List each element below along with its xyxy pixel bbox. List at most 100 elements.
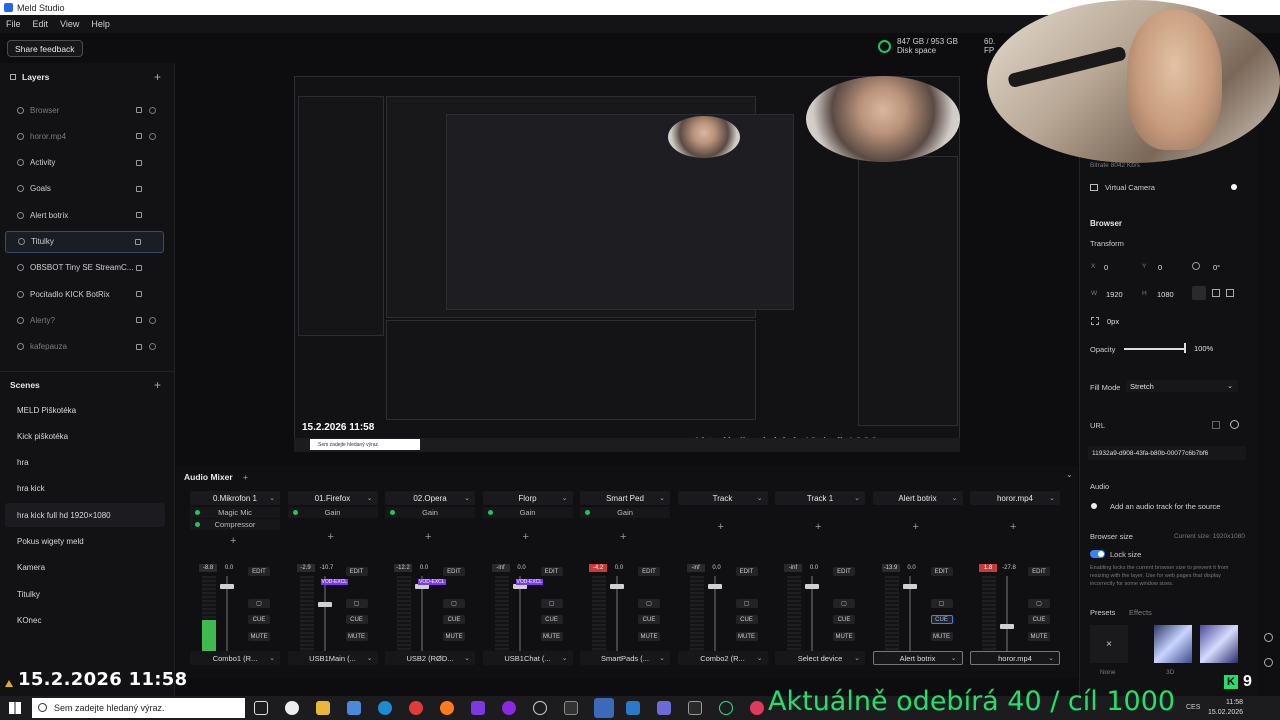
volume-fader[interactable] bbox=[323, 576, 326, 656]
scene-item[interactable]: KOnec bbox=[5, 608, 165, 632]
presets-tab[interactable]: Presets bbox=[1090, 608, 1115, 617]
add-effect-button[interactable]: + bbox=[328, 531, 334, 543]
cue-button[interactable]: CUE bbox=[248, 615, 270, 624]
monitor-icon[interactable]: ▢ bbox=[443, 599, 465, 608]
device-select[interactable]: Combo1 (R... ⌄ bbox=[190, 651, 280, 665]
strip-effect[interactable]: Compressor bbox=[190, 519, 280, 530]
device-select[interactable]: SmartPads (... ⌄ bbox=[580, 651, 670, 665]
obs-icon[interactable] bbox=[285, 701, 299, 715]
monitor-icon[interactable]: ▢ bbox=[540, 599, 563, 608]
preset-thumbnail-1[interactable] bbox=[1154, 625, 1192, 663]
app-icon-3[interactable] bbox=[533, 701, 547, 715]
lock-icon[interactable] bbox=[135, 238, 141, 245]
file-explorer-icon[interactable] bbox=[316, 701, 330, 715]
hidden-eye-icon[interactable] bbox=[149, 132, 156, 140]
taskbar-search-input[interactable]: Sem zadejte hledaný výraz. bbox=[32, 698, 245, 718]
monitor-icon[interactable]: ▢ bbox=[638, 599, 660, 608]
device-select[interactable]: Alert botrix ⌄ bbox=[872, 651, 963, 665]
layer-item[interactable]: Browser bbox=[5, 99, 164, 121]
y-field[interactable]: 0 bbox=[1158, 261, 1194, 273]
edit-button[interactable]: EDIT bbox=[540, 567, 563, 576]
add-scene-button[interactable]: + bbox=[154, 378, 161, 392]
scene-item[interactable]: hra bbox=[5, 451, 165, 475]
cue-button[interactable]: CUE bbox=[930, 615, 953, 624]
preset-none[interactable]: × bbox=[1090, 625, 1128, 663]
meld-studio-icon[interactable] bbox=[594, 698, 614, 718]
strip-header[interactable]: Alert botrix ⌄ bbox=[872, 491, 963, 505]
mute-button[interactable]: MUTE bbox=[248, 632, 270, 641]
taskbar-clock[interactable]: 11:58 15.02.2026 bbox=[1208, 698, 1243, 718]
app-icon-9[interactable] bbox=[750, 701, 764, 715]
preset-thumbnail-2[interactable] bbox=[1200, 625, 1238, 663]
device-select[interactable]: horor.mp4 ⌄ bbox=[970, 651, 1060, 665]
fader-knob[interactable] bbox=[317, 601, 332, 607]
lock-icon[interactable] bbox=[136, 291, 142, 298]
cue-button[interactable]: CUE bbox=[1028, 615, 1050, 624]
edit-button[interactable]: EDIT bbox=[345, 567, 368, 576]
strip-effect[interactable]: Gain bbox=[385, 507, 475, 518]
strip-header[interactable]: 02.Opera ⌄ bbox=[385, 491, 475, 505]
url-edit-icon[interactable] bbox=[1212, 421, 1220, 429]
lock-icon[interactable] bbox=[136, 185, 142, 192]
mute-button[interactable]: MUTE bbox=[638, 632, 660, 641]
menu-edit[interactable]: Edit bbox=[27, 19, 55, 29]
edit-button[interactable]: EDIT bbox=[930, 567, 953, 576]
crop-field[interactable]: 0px bbox=[1107, 315, 1141, 327]
strip-header[interactable]: horor.mp4 ⌄ bbox=[970, 491, 1060, 505]
device-select[interactable]: USB1Chat (... ⌄ bbox=[482, 651, 573, 665]
add-effect-button[interactable]: + bbox=[913, 521, 919, 533]
refresh-icon[interactable] bbox=[1230, 420, 1239, 429]
monitor-icon[interactable]: ▢ bbox=[1028, 599, 1050, 608]
mute-button[interactable]: MUTE bbox=[833, 632, 855, 641]
fill-mode-select[interactable]: Stretch ⌄ bbox=[1126, 380, 1238, 392]
volume-fader[interactable] bbox=[1006, 576, 1008, 656]
store-icon[interactable] bbox=[347, 701, 361, 715]
strip-header[interactable]: Track ⌄ bbox=[677, 491, 768, 505]
add-audio-radio[interactable] bbox=[1091, 503, 1097, 509]
x-field[interactable]: 0 bbox=[1104, 261, 1140, 273]
rotation-field[interactable]: 0° bbox=[1213, 261, 1243, 273]
layer-item[interactable]: OBSBOT Tiny SE StreamC... bbox=[5, 257, 164, 279]
monitor-icon[interactable]: ▢ bbox=[248, 599, 270, 608]
edit-button[interactable]: EDIT bbox=[638, 567, 660, 576]
edit-button[interactable]: EDIT bbox=[443, 567, 465, 576]
strip-header[interactable]: Smart Ped ⌄ bbox=[580, 491, 670, 505]
windows-start-icon[interactable] bbox=[9, 702, 21, 714]
edge-icon[interactable] bbox=[378, 701, 392, 715]
lock-icon[interactable] bbox=[136, 343, 142, 350]
app-icon-8[interactable] bbox=[719, 701, 733, 715]
virtual-camera-row[interactable]: Virtual Camera bbox=[1090, 183, 1155, 192]
layer-item[interactable]: kafepauza bbox=[5, 336, 164, 358]
strip-header[interactable]: Florp ⌄ bbox=[482, 491, 573, 505]
scene-item[interactable]: Titulky bbox=[5, 582, 165, 606]
strip-effect[interactable]: Magic Mic bbox=[190, 507, 280, 518]
strip-header[interactable]: 01.Firefox ⌄ bbox=[287, 491, 378, 505]
fader-knob[interactable] bbox=[610, 584, 624, 589]
lock-icon[interactable] bbox=[136, 212, 142, 219]
menu-file[interactable]: File bbox=[0, 19, 27, 29]
height-field[interactable]: 1080 bbox=[1157, 288, 1193, 300]
lock-icon[interactable] bbox=[136, 133, 142, 140]
strip-effect[interactable]: Gain bbox=[580, 507, 670, 518]
settings-icon[interactable] bbox=[1264, 633, 1273, 642]
hidden-eye-icon[interactable] bbox=[149, 106, 156, 114]
layer-item[interactable]: horor.mp4 bbox=[5, 125, 164, 147]
scene-item[interactable]: hra kick bbox=[5, 477, 165, 501]
cue-button[interactable]: CUE bbox=[443, 615, 465, 624]
mute-button[interactable]: MUTE bbox=[540, 632, 563, 641]
lock-icon[interactable] bbox=[136, 107, 142, 113]
effects-tab[interactable]: Effects bbox=[1129, 608, 1152, 617]
strip-effect[interactable]: Gain bbox=[287, 507, 378, 518]
align-icon[interactable] bbox=[1212, 289, 1220, 297]
layer-item[interactable]: Titulky bbox=[5, 230, 164, 253]
layer-item[interactable]: Activity bbox=[5, 152, 164, 174]
add-effect-button[interactable]: + bbox=[425, 531, 431, 543]
device-select[interactable]: USB1Main (... ⌄ bbox=[287, 651, 378, 665]
add-effect-button[interactable]: + bbox=[718, 521, 724, 533]
mute-button[interactable]: MUTE bbox=[735, 632, 758, 641]
mute-button[interactable]: MUTE bbox=[930, 632, 953, 641]
scene-item[interactable]: Pokus wigety meld bbox=[5, 530, 165, 554]
add-effect-button[interactable]: + bbox=[815, 521, 821, 533]
menu-view[interactable]: View bbox=[54, 19, 85, 29]
monitor-icon[interactable]: ▢ bbox=[833, 599, 855, 608]
